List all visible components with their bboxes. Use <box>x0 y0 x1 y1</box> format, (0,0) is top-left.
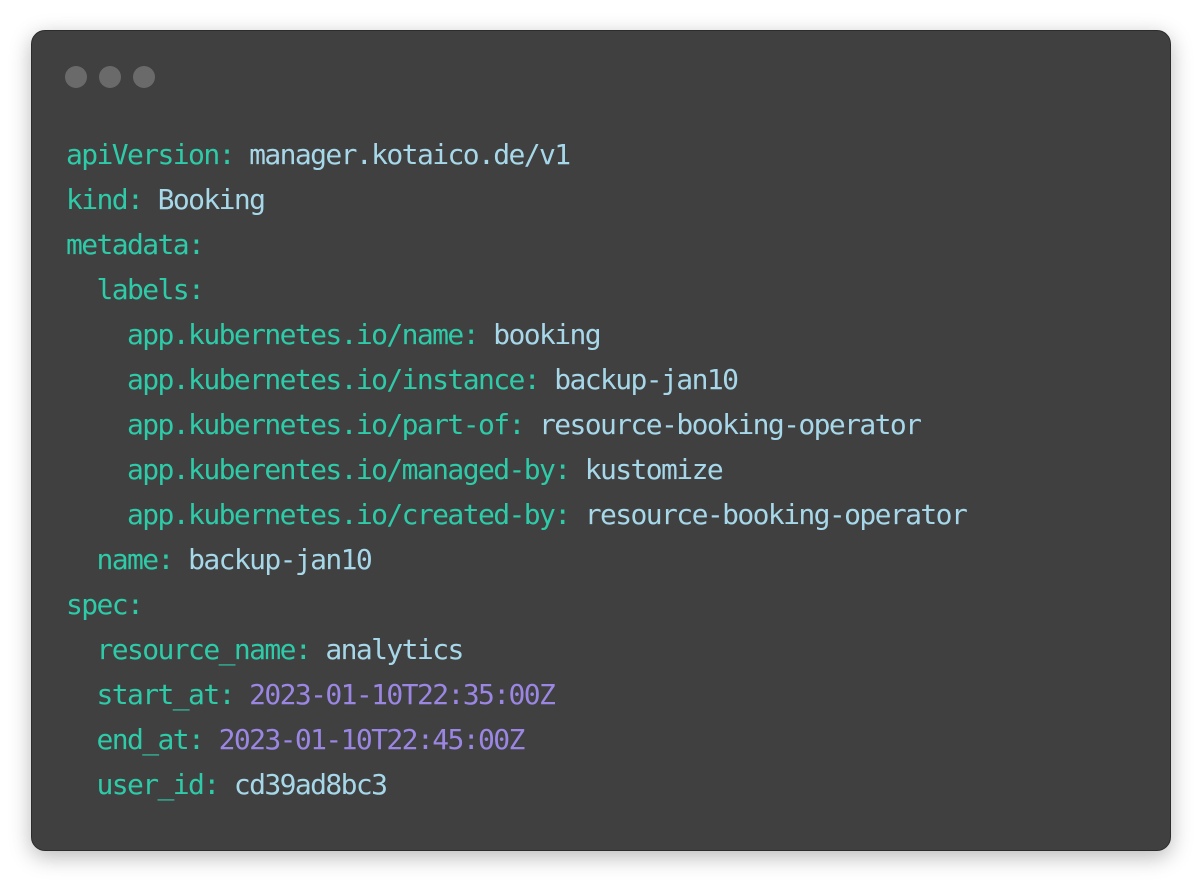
code-line: spec: <box>66 582 966 627</box>
yaml-value: cd39ad8bc3 <box>233 768 388 801</box>
code-separator <box>142 183 157 216</box>
code-line: app.kuberentes.io/managed-by: kustomize <box>66 447 966 492</box>
code-separator <box>234 138 249 171</box>
window-controls <box>65 66 155 88</box>
yaml-value: kustomize <box>584 453 724 486</box>
code-line: start_at: 2023-01-10T22:35:00Z <box>66 672 966 717</box>
code-line: apiVersion: manager.kotaico.de/v1 <box>66 132 966 177</box>
yaml-key: apiVersion: <box>66 138 235 171</box>
yaml-value: booking <box>493 318 601 351</box>
yaml-value: backup-jan10 <box>188 543 373 576</box>
yaml-value: Booking <box>157 183 266 216</box>
code-line: app.kubernetes.io/instance: backup-jan10 <box>66 357 966 402</box>
code-separator <box>570 498 585 531</box>
yaml-key: app.kubernetes.io/name: <box>127 318 480 351</box>
yaml-timestamp-value: 2023-01-10T22:35:00Z <box>249 678 556 711</box>
yaml-key: resource_name: <box>96 633 312 666</box>
code-window: apiVersion: manager.kotaico.de/v1 kind: B… <box>31 30 1171 851</box>
code-line: user_id: cd39ad8bc3 <box>66 762 966 807</box>
code-line: resource_name: analytics <box>66 627 966 672</box>
yaml-key: name: <box>96 543 175 576</box>
code-separator <box>219 768 234 801</box>
code-separator <box>524 408 539 441</box>
window-dot-icon <box>133 66 155 88</box>
yaml-code-block: apiVersion: manager.kotaico.de/v1 kind: B… <box>66 132 968 807</box>
yaml-key: app.kubernetes.io/part-of: <box>127 408 525 441</box>
window-dot-icon <box>65 66 87 88</box>
code-line: end_at: 2023-01-10T22:45:00Z <box>66 717 966 762</box>
code-line: app.kubernetes.io/part-of: resource-book… <box>66 402 966 447</box>
code-line: app.kubernetes.io/name: booking <box>66 312 966 357</box>
code-line: kind: Booking <box>66 177 966 222</box>
yaml-key: app.kubernetes.io/created-by: <box>127 498 571 531</box>
yaml-key: kind: <box>66 183 144 216</box>
code-separator <box>310 633 325 666</box>
code-separator <box>539 363 554 396</box>
yaml-value: manager.kotaico.de/v1 <box>249 138 571 171</box>
yaml-value: backup-jan10 <box>554 363 739 396</box>
yaml-key: labels: <box>96 273 205 306</box>
yaml-value: resource-booking-operator <box>539 408 922 441</box>
window-dot-icon <box>99 66 121 88</box>
code-separator <box>203 723 218 756</box>
yaml-key: user_id: <box>96 768 221 801</box>
yaml-key: start_at: <box>96 678 236 711</box>
yaml-key: spec: <box>66 588 144 621</box>
yaml-timestamp-value: 2023-01-10T22:45:00Z <box>218 723 526 756</box>
code-separator <box>234 678 249 711</box>
code-line: app.kubernetes.io/created-by: resource-b… <box>66 492 968 537</box>
yaml-key: end_at: <box>96 723 205 756</box>
code-line: name: backup-jan10 <box>66 537 966 582</box>
yaml-key: metadata: <box>66 228 205 261</box>
yaml-key: app.kuberentes.io/managed-by: <box>127 453 571 486</box>
yaml-value: analytics <box>325 633 464 666</box>
code-line: metadata: <box>66 222 966 267</box>
code-separator <box>478 318 493 351</box>
yaml-value: resource-booking-operator <box>584 498 968 531</box>
code-separator <box>570 453 585 486</box>
code-line: labels: <box>66 267 966 312</box>
yaml-key: app.kubernetes.io/instance: <box>127 363 541 396</box>
code-separator <box>173 543 188 576</box>
